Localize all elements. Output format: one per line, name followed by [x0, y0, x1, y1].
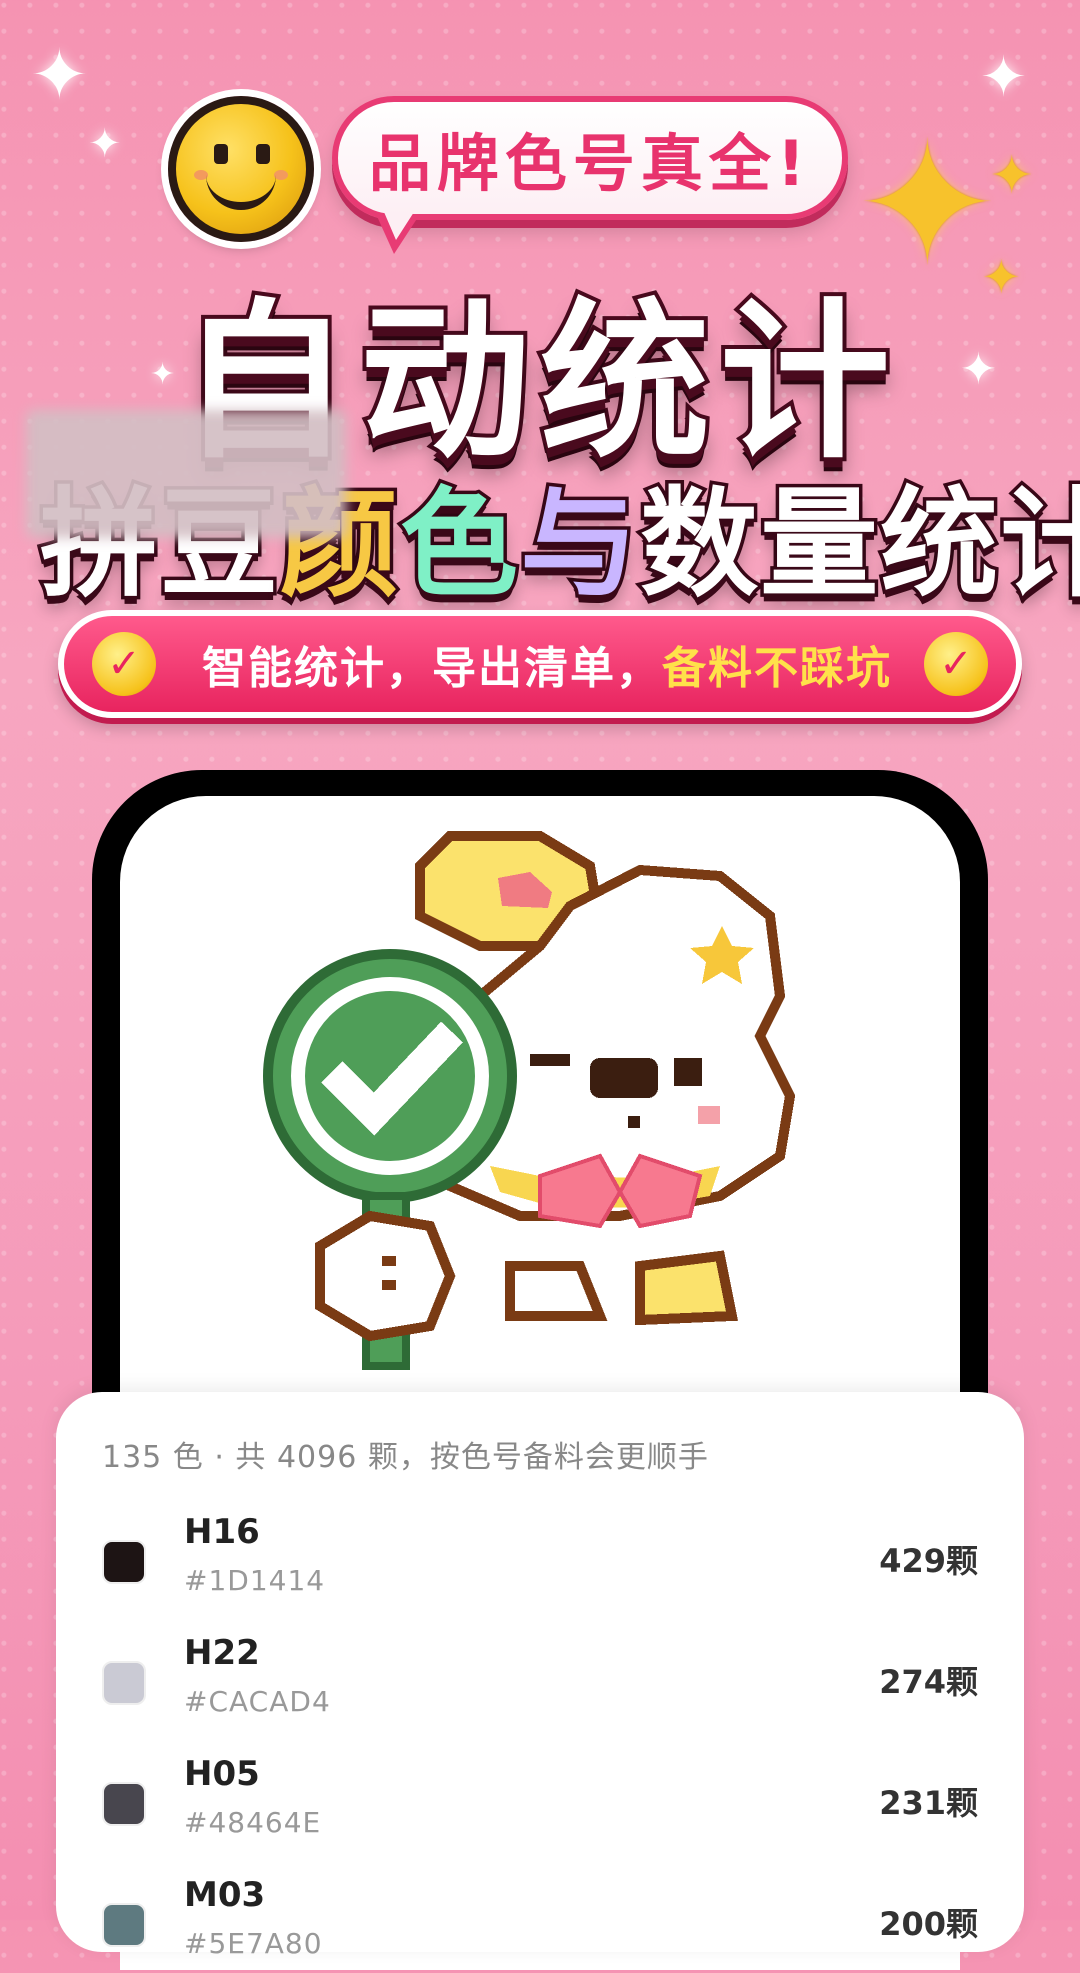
list-item[interactable]: H22 #CACAD4 274颗 — [102, 1631, 978, 1731]
color-swatch — [102, 1661, 146, 1705]
list-item[interactable]: H16 #1D1414 429颗 — [102, 1510, 978, 1610]
color-code: H16 — [184, 1512, 260, 1552]
banner-text: 智能统计，导出清单， 备料不踩坑 — [188, 616, 906, 712]
color-list-panel: 135 色 · 共 4096 颗，按色号备料会更顺手 H16 #1D1414 4… — [56, 1392, 1024, 1960]
subhead-part-2: 色 — [397, 472, 522, 617]
feature-banner: ✓ 智能统计，导出清单， 备料不踩坑 ✓ — [58, 610, 1022, 718]
color-code: H05 — [184, 1754, 260, 1794]
color-swatch — [102, 1903, 146, 1947]
list-summary: 135 色 · 共 4096 颗，按色号备料会更顺手 — [102, 1440, 709, 1475]
sparkle-icon: ✦ — [980, 45, 1027, 110]
bubble-text: 品牌色号真全! — [368, 127, 812, 200]
speech-bubble: 品牌色号真全! — [332, 96, 848, 254]
list-item[interactable]: M03 #5E7A80 200颗 — [102, 1873, 978, 1973]
bead-count: 274颗 — [879, 1663, 978, 1701]
color-hex: #1D1414 — [184, 1564, 326, 1597]
color-hex: #5E7A80 — [184, 1927, 323, 1960]
sparkle-icon: ✦ — [88, 121, 122, 167]
color-swatch — [102, 1782, 146, 1826]
color-hex: #48464E — [184, 1806, 322, 1839]
bead-count: 429颗 — [879, 1542, 978, 1580]
sparkle-icon: ✦ — [30, 34, 89, 116]
list-item[interactable]: H05 #48464E 231颗 — [102, 1752, 978, 1852]
subhead-part-4: 数量统计 — [637, 472, 1080, 617]
bead-count: 200颗 — [879, 1905, 978, 1943]
bead-count: 231颗 — [879, 1784, 978, 1822]
color-hex: #CACAD4 — [184, 1685, 331, 1718]
pixel-bear-illustration — [263, 831, 796, 1370]
color-swatch — [102, 1540, 146, 1584]
blurred-region — [26, 410, 346, 538]
gold-star-icon: ✦ — [990, 146, 1034, 206]
check-icon: ✓ — [924, 632, 988, 696]
check-icon: ✓ — [92, 632, 156, 696]
smiley-icon — [168, 96, 314, 242]
subhead-part-3: 与 — [517, 472, 642, 617]
color-code: H22 — [184, 1633, 260, 1673]
banner-text-highlight: 备料不踩坑 — [662, 643, 892, 694]
color-code: M03 — [184, 1875, 266, 1915]
banner-text-main: 智能统计，导出清单， — [202, 643, 662, 694]
